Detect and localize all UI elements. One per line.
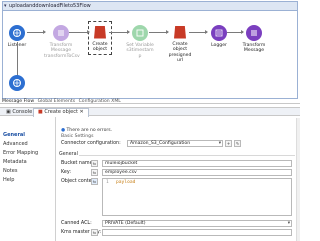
flow-arrow — [27, 30, 46, 34]
tab-global-elements[interactable]: Global Elements — [38, 99, 76, 104]
node-label: Set Variable s3timestam p — [126, 43, 154, 59]
group-divider — [79, 155, 295, 156]
connector-config-select[interactable]: Amazon_S3_Configuration — [127, 140, 223, 147]
tab-console[interactable]: ▣ Console — [2, 109, 36, 116]
close-icon[interactable]: ✕ — [80, 109, 84, 115]
fx-toggle-button[interactable]: fx — [91, 229, 98, 236]
node-response[interactable] — [0, 75, 34, 91]
edit-config-button[interactable]: ✎ — [234, 140, 241, 147]
flow-title: uploadanddownloadFileto53Flow — [9, 3, 91, 9]
logger-icon — [211, 25, 227, 41]
sidenav-advanced[interactable]: Advanced — [3, 141, 28, 147]
flow-arrow — [189, 30, 208, 34]
node-label: Create object presigned url — [168, 42, 192, 64]
s3-bucket-icon: ■ — [38, 109, 43, 115]
fx-toggle-button[interactable]: fx — [91, 178, 98, 185]
bucket-name-value: muleiojbucket — [105, 161, 138, 166]
collapse-icon[interactable]: ▾ — [4, 3, 7, 9]
flow-header[interactable]: ▾ uploadanddownloadFileto53Flow — [3, 2, 297, 11]
http-listener-icon — [9, 25, 25, 41]
status-message: ● There are no errors. — [61, 128, 112, 133]
sidenav-metadata[interactable]: Metadata — [3, 159, 27, 165]
add-config-button[interactable]: + — [225, 140, 232, 147]
node-create-object[interactable]: Create object — [83, 24, 117, 53]
views-tabbar: ▣ Console ■ Create object ✕ — [0, 107, 300, 117]
flow-arrow — [69, 30, 90, 34]
object-content-editor[interactable]: 1 payload — [102, 178, 292, 216]
flow-arrow — [109, 30, 130, 34]
vertical-scrollbar[interactable] — [296, 118, 300, 241]
transform-icon — [246, 25, 262, 41]
node-label: Create object — [92, 42, 108, 53]
kms-input[interactable] — [102, 229, 292, 236]
s3-bucket-icon — [92, 24, 108, 40]
console-icon: ▣ — [6, 109, 11, 115]
return-connector — [17, 42, 18, 76]
flow-arrow — [149, 30, 169, 34]
basic-settings-header: Basic Settings — [61, 134, 94, 139]
flow-container[interactable]: ▾ uploadanddownloadFileto53Flow Listener… — [2, 1, 298, 99]
properties-panel: ● There are no errors. Basic Settings Co… — [57, 117, 300, 241]
tab-create-object[interactable]: ■ Create object ✕ — [33, 108, 89, 117]
key-input[interactable]: employee.csv — [102, 169, 292, 176]
node-label: Transform Message transformToCsv — [44, 43, 80, 59]
node-transform-csv[interactable]: Transform Message transformToCsv — [44, 25, 80, 59]
canned-acl-label: Canned ACL: — [61, 221, 92, 226]
code-text: payload — [116, 180, 136, 185]
canned-acl-value: PRIVATE (Default) — [105, 221, 146, 226]
bucket-name-input[interactable]: muleiojbucket — [102, 160, 292, 167]
sidenav-general[interactable]: General — [3, 132, 25, 138]
node-label: Transform Message — [242, 43, 266, 54]
line-number: 1 — [106, 180, 109, 185]
tab-configuration-xml[interactable]: Configuration XML — [79, 99, 121, 104]
sidenav-help[interactable]: Help — [3, 177, 14, 183]
flow-canvas: ▾ uploadanddownloadFileto53Flow Listener… — [0, 0, 300, 104]
sidenav-error-mapping[interactable]: Error Mapping — [3, 150, 38, 156]
tab-message-flow[interactable]: Message Flow — [2, 99, 34, 104]
node-label: Logger — [211, 43, 227, 48]
canned-acl-select[interactable]: PRIVATE (Default) — [102, 220, 292, 227]
transform-icon — [53, 25, 69, 41]
s3-bucket-icon — [172, 24, 188, 40]
sidenav-notes[interactable]: Notes — [3, 168, 17, 174]
canvas-tabs: Message Flow Global Elements Configurati… — [2, 99, 123, 105]
properties-sidenav: General Advanced Error Mapping Metadata … — [0, 117, 56, 241]
bucket-name-label: Bucket name: — [61, 161, 95, 166]
fx-toggle-button[interactable]: fx — [91, 160, 98, 167]
node-logger[interactable]: Logger — [202, 25, 236, 48]
set-variable-icon — [132, 25, 148, 41]
http-listener-icon — [9, 75, 25, 91]
connector-config-value: Amazon_S3_Configuration — [130, 141, 191, 146]
tab-console-label: Console — [12, 109, 33, 115]
connector-config-label: Connector configuration: — [61, 141, 121, 146]
info-icon: ● — [61, 128, 66, 133]
key-value: employee.csv — [105, 170, 137, 175]
status-text: There are no errors. — [66, 128, 113, 133]
flow-arrow — [227, 30, 244, 34]
general-group-label: General — [59, 152, 78, 157]
fx-toggle-button[interactable]: fx — [91, 169, 98, 176]
key-label: Key: — [61, 170, 71, 175]
tab-create-object-label: Create object — [44, 109, 78, 115]
